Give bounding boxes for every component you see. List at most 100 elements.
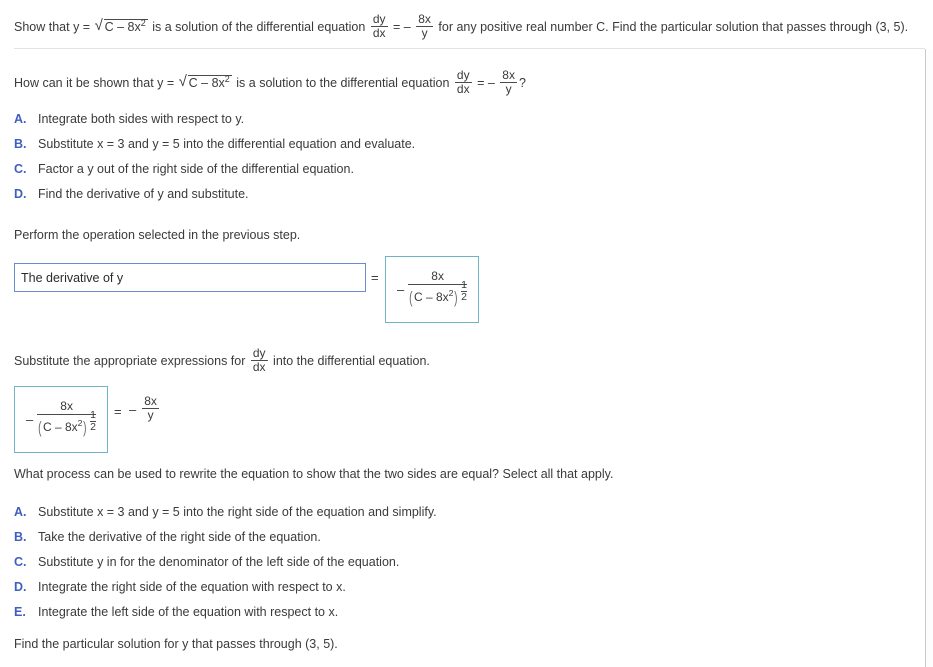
option-a-label: Substitute x = 3 and y = 5 into the righ… — [38, 505, 437, 519]
option-b[interactable]: B. Substitute x = 3 and y = 5 into the d… — [14, 137, 415, 162]
prompt-rhs-numerator: 8x — [418, 12, 431, 26]
question-2-options: A. Substitute x = 3 and y = 5 into the r… — [14, 505, 437, 630]
substitute-half-exponent-numerator: 1 — [90, 408, 96, 421]
prompt-rhs-fraction: 8x y — [416, 13, 433, 40]
option-d[interactable]: D. Integrate the right side of the equat… — [14, 580, 437, 605]
q1-part2: is a solution to the differential equati… — [236, 75, 450, 90]
perform-result-expression-box[interactable]: – 8x (C – 8x2) 1 2 — [385, 256, 479, 323]
substitute-rhs-denominator: y — [142, 407, 159, 422]
substitute-paren-group: (C – 8x2) — [37, 418, 88, 438]
option-b-label: Take the derivative of the right side of… — [38, 530, 321, 544]
perform-minus-sign: – — [397, 282, 405, 297]
derivative-answer-input[interactable] — [14, 263, 366, 292]
q1-rhs-fraction: 8x y — [500, 69, 517, 96]
option-c[interactable]: C. Substitute y in for the denominator o… — [14, 555, 437, 580]
substitute-minus-sign: – — [26, 412, 34, 427]
q1-dydx-numerator: dy — [456, 68, 470, 82]
option-a[interactable]: A. Integrate both sides with respect to … — [14, 112, 415, 137]
prompt-dydx-numerator: dy — [372, 12, 386, 26]
substitute-right-side: – 8x y — [129, 395, 161, 423]
prompt-radicand-exponent: 2 — [140, 17, 146, 28]
prompt-dydx-denominator: dx — [370, 25, 388, 40]
prompt-dydx: dy dx — [370, 12, 388, 40]
q1-dydx: dy dx — [454, 68, 472, 96]
q1-radicand-exponent: 2 — [224, 73, 230, 84]
radical-icon: √ — [94, 16, 103, 34]
question-1-options: A. Integrate both sides with respect to … — [14, 112, 415, 212]
option-d-label: Integrate the right side of the equation… — [38, 580, 346, 594]
perform-half-exponent-denominator: 2 — [461, 290, 467, 303]
substitute-half-exponent: 12 — [90, 410, 96, 432]
prompt-radicand: C – 8x2 — [103, 17, 148, 34]
perform-paren-group: (C – 8x2) — [408, 288, 459, 308]
question-2-text: What process can be used to rewrite the … — [14, 467, 614, 481]
perform-negative-fraction: – 8x (C – 8x2) 1 2 — [397, 268, 467, 310]
radical-icon: √ — [178, 72, 187, 90]
q1-dydx-denominator: dx — [454, 81, 472, 96]
q1-rhs-numerator: 8x — [502, 68, 515, 82]
perform-step-instruction: Perform the operation selected in the pr… — [14, 228, 301, 242]
right-pane-gutter — [926, 49, 933, 667]
q1-rhs-denominator: y — [500, 81, 517, 96]
substitute-dydx-denominator: dx — [250, 359, 268, 374]
option-c-label: Factor a y out of the right side of the … — [38, 162, 354, 176]
exercise-page: Show that y = √ C – 8x2 is a solution of… — [0, 0, 933, 667]
q1-radicand: C – 8x2 — [187, 73, 232, 90]
substitute-negative-fraction: – 8x (C – 8x2) 1 2 — [26, 398, 96, 440]
header-divider — [14, 48, 925, 49]
option-e[interactable]: E. Integrate the left side of the equati… — [14, 605, 437, 630]
substitute-half-exponent-denominator: 2 — [90, 420, 96, 433]
option-a[interactable]: A. Substitute x = 3 and y = 5 into the r… — [14, 505, 437, 530]
prompt-text-part2: is a solution of the differential equati… — [152, 19, 366, 34]
q1-equals: = — [477, 75, 485, 90]
paren-left-icon: ( — [38, 418, 42, 438]
substitute-denominator: (C – 8x2) 1 2 — [37, 410, 96, 439]
substitute-numerator: 8x — [60, 398, 73, 413]
option-c-letter: C. — [14, 555, 27, 569]
exercise-prompt: Show that y = √ C – 8x2 is a solution of… — [14, 12, 933, 41]
option-b-letter: B. — [14, 530, 27, 544]
substitute-instruction-part1: Substitute the appropriate expressions f… — [14, 353, 246, 368]
option-e-letter: E. — [14, 605, 26, 619]
substitute-rhs-minus: – — [129, 401, 137, 417]
q1-part1: How can it be shown that y = — [14, 75, 175, 90]
q1-sqrt: √ C – 8x2 — [178, 72, 232, 91]
q1-part3: ? — [518, 75, 526, 90]
substitute-rhs-numerator: 8x — [144, 394, 157, 408]
option-b[interactable]: B. Take the derivative of the right side… — [14, 530, 437, 555]
substitute-rhs-fraction: 8x y — [142, 395, 159, 422]
substitute-left-expression-box[interactable]: – 8x (C – 8x2) 1 2 — [14, 386, 108, 453]
prompt-text-part1: Show that y = — [14, 19, 91, 34]
paren-left-icon: ( — [409, 288, 413, 308]
substitute-dydx-numerator: dy — [252, 346, 266, 360]
perform-equals-sign: = — [371, 270, 379, 285]
substitute-dydx: dy dx — [250, 346, 268, 374]
substitute-denominator-base-exponent: 2 — [77, 418, 83, 429]
prompt-equals: = — [393, 19, 401, 34]
final-step-instruction: Find the particular solution for y that … — [14, 637, 338, 651]
option-c[interactable]: C. Factor a y out of the right side of t… — [14, 162, 415, 187]
option-d-letter: D. — [14, 187, 27, 201]
prompt-radicand-text: C – 8x — [104, 19, 141, 34]
paren-right-icon: ) — [454, 288, 458, 308]
option-d[interactable]: D. Find the derivative of y and substitu… — [14, 187, 415, 212]
option-b-label: Substitute x = 3 and y = 5 into the diff… — [38, 137, 416, 151]
option-a-letter: A. — [14, 505, 27, 519]
option-e-label: Integrate the left side of the equation … — [38, 605, 339, 619]
substitute-instruction-part2: into the differential equation. — [273, 353, 430, 368]
perform-half-exponent-numerator: 1 — [461, 278, 467, 291]
perform-denominator-base: C – 8x — [413, 290, 449, 305]
prompt-rhs-denominator: y — [416, 25, 433, 40]
substitute-equals-sign: = — [114, 404, 122, 419]
perform-denominator: (C – 8x2) 1 2 — [408, 280, 467, 309]
option-c-letter: C. — [14, 162, 27, 176]
q1-radicand-text: C – 8x — [188, 75, 225, 90]
question-1-text: How can it be shown that y = √ C – 8x2 i… — [14, 68, 526, 97]
perform-numerator: 8x — [431, 268, 444, 283]
perform-denominator-base-exponent: 2 — [448, 288, 454, 299]
paren-right-icon: ) — [83, 418, 87, 438]
substitute-step-instruction: Substitute the appropriate expressions f… — [14, 346, 430, 375]
prompt-minus: – — [403, 19, 411, 34]
option-b-letter: B. — [14, 137, 27, 151]
option-a-letter: A. — [14, 112, 27, 126]
